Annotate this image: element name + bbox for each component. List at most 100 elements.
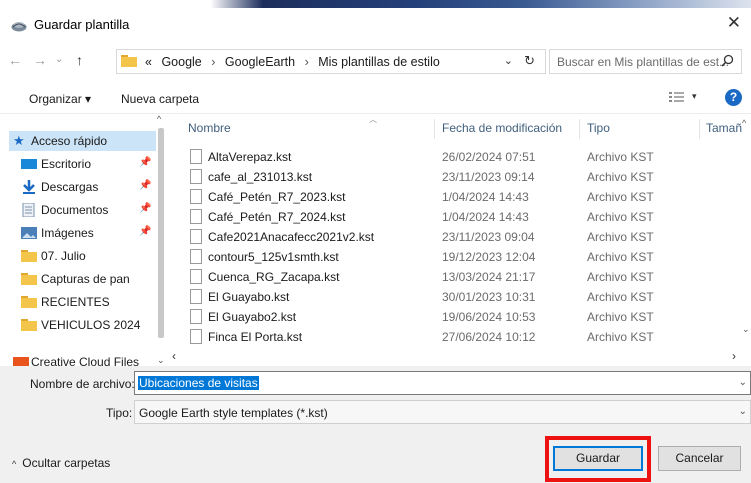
file-list: ︿ Nombre Fecha de modificación Tipo Tama… <box>169 114 742 346</box>
file-icon <box>190 329 202 344</box>
file-name: Café_Petén_R7_2023.kst <box>208 190 346 204</box>
nav-item-07-julio[interactable]: 07. Julio <box>9 246 159 266</box>
column-header-size[interactable]: Tamañ <box>706 121 742 135</box>
sort-ascending-icon: ︿ <box>369 115 377 124</box>
file-row[interactable]: cafe_al_231013.kst 23/11/2023 09:14 Arch… <box>169 167 734 187</box>
address-bar[interactable]: « Google › GoogleEarth › Mis plantillas … <box>116 49 546 74</box>
address-row: ← → ⌄ ↑ « Google › GoogleEarth › Mis pla… <box>0 44 751 78</box>
column-divider[interactable] <box>579 119 580 139</box>
nav-item-documents[interactable]: Documentos 📌 <box>9 200 159 220</box>
nav-item-label: Imágenes <box>41 226 94 240</box>
nav-scrollbar[interactable]: ^ ⌄ <box>156 114 166 366</box>
file-name: Cafe2021Anacafecc2021v2.kst <box>208 230 375 244</box>
search-placeholder: Buscar en Mis plantillas de est... <box>557 55 730 69</box>
file-date: 19/06/2024 10:53 <box>442 310 536 324</box>
nav-item-label: VEHICULOS 2024 <box>41 318 141 332</box>
file-list-vertical-scrollbar[interactable]: ^ ⌄ <box>742 114 751 346</box>
help-icon[interactable]: ? <box>725 89 742 106</box>
organize-button[interactable]: Organizar ▾ <box>29 92 91 106</box>
view-dropdown-icon[interactable]: ▾ <box>692 91 697 102</box>
nav-item-quick-access[interactable]: ★ Acceso rápido <box>9 131 159 151</box>
folder-icon <box>21 273 37 285</box>
creative-cloud-icon <box>13 357 29 366</box>
chevron-down-icon[interactable]: ⌄ <box>739 377 747 388</box>
file-row[interactable]: Finca El Porta.kst 27/06/2024 10:12 Arch… <box>169 327 734 346</box>
close-icon[interactable]: ✕ <box>727 14 741 31</box>
folder-icon <box>21 296 37 308</box>
nav-item-recientes[interactable]: RECIENTES <box>9 292 159 312</box>
cancel-button[interactable]: Cancelar <box>658 446 741 471</box>
file-row[interactable]: Cafe2021Anacafecc2021v2.kst 23/11/2023 0… <box>169 227 734 247</box>
type-select[interactable]: Google Earth style templates (*.kst) ⌄ <box>134 400 751 424</box>
chevron-down-icon[interactable]: ⌄ <box>739 406 747 417</box>
scrollbar-thumb[interactable] <box>158 128 164 338</box>
file-row[interactable]: El Guayabo.kst 30/01/2023 10:31 Archivo … <box>169 287 734 307</box>
breadcrumb-item-templates[interactable]: Mis plantillas de estilo <box>318 55 440 69</box>
file-row[interactable]: El Guayabo2.kst 19/06/2024 10:53 Archivo… <box>169 307 734 327</box>
file-row[interactable]: AltaVerepaz.kst 26/02/2024 07:51 Archivo… <box>169 147 734 167</box>
forward-arrow-icon[interactable]: → <box>33 53 47 67</box>
scroll-up-icon[interactable]: ^ <box>742 118 746 128</box>
scroll-right-icon[interactable]: › <box>732 349 736 363</box>
file-name: contour5_125v1smth.kst <box>208 250 339 264</box>
back-arrow-icon[interactable]: ← <box>8 53 22 67</box>
scroll-up-icon[interactable]: ^ <box>157 114 161 124</box>
breadcrumb-item-google[interactable]: Google <box>161 55 201 69</box>
file-date: 23/11/2023 09:04 <box>442 230 535 244</box>
scroll-down-icon[interactable]: ⌄ <box>157 355 165 366</box>
chevron-right-icon[interactable]: › <box>211 55 215 69</box>
dialog-title: Guardar plantilla <box>34 17 130 32</box>
up-arrow-icon[interactable]: ↑ <box>76 53 83 67</box>
image-icon <box>21 227 37 239</box>
save-button[interactable]: Guardar <box>553 446 643 471</box>
file-icon <box>190 169 202 184</box>
pin-icon: 📌 <box>139 203 152 214</box>
search-input[interactable]: Buscar en Mis plantillas de est... <box>549 49 742 74</box>
recent-locations-chevron-icon[interactable]: ⌄ <box>55 55 63 65</box>
column-header-name[interactable]: Nombre <box>188 121 231 135</box>
nav-item-downloads[interactable]: Descargas 📌 <box>9 177 159 197</box>
nav-item-vehiculos[interactable]: VEHICULOS 2024 <box>9 315 159 335</box>
hide-folders-button[interactable]: ^ Ocultar carpetas <box>12 456 110 470</box>
nav-item-label: Acceso rápido <box>31 134 108 148</box>
filename-value[interactable]: Ubicaciones de visitas <box>138 376 259 390</box>
save-form: Nombre de archivo: Ubicaciones de visita… <box>0 366 751 483</box>
file-type: Archivo KST <box>587 250 654 264</box>
file-name: Café_Petén_R7_2024.kst <box>208 210 346 224</box>
filename-input[interactable]: Ubicaciones de visitas ⌄ <box>134 371 751 395</box>
file-row[interactable]: Cuenca_RG_Zacapa.kst 13/03/2024 21:17 Ar… <box>169 267 734 287</box>
scroll-left-icon[interactable]: ‹ <box>172 349 176 363</box>
nav-item-pictures[interactable]: Imágenes 📌 <box>9 223 159 243</box>
file-row[interactable]: Café_Petén_R7_2024.kst 1/04/2024 14:43 A… <box>169 207 734 227</box>
chevron-up-icon: ^ <box>12 459 17 469</box>
file-date: 27/06/2024 10:12 <box>442 330 536 344</box>
search-icon <box>721 54 734 67</box>
breadcrumb-item-googleearth[interactable]: GoogleEarth <box>225 55 295 69</box>
nav-item-creative-cloud[interactable]: Creative Cloud Files <box>9 352 159 366</box>
column-divider[interactable] <box>434 119 435 139</box>
column-header-date[interactable]: Fecha de modificación <box>442 121 562 135</box>
file-list-horizontal-scrollbar[interactable]: ‹ › <box>166 346 751 366</box>
nav-item-label: Creative Cloud Files <box>31 355 140 366</box>
nav-item-capturas[interactable]: Capturas de pan <box>9 269 159 289</box>
chevron-right-icon[interactable]: › <box>305 55 309 69</box>
address-dropdown-icon[interactable]: ⌄ <box>504 54 513 67</box>
star-icon: ★ <box>13 133 25 148</box>
view-options-icon[interactable] <box>668 90 690 104</box>
pin-icon: 📌 <box>139 157 152 168</box>
file-type: Archivo KST <box>587 170 654 184</box>
refresh-icon[interactable]: ↻ <box>524 53 535 69</box>
folder-icon <box>21 250 37 262</box>
file-icon <box>190 189 202 204</box>
download-icon <box>23 180 35 194</box>
scroll-down-icon[interactable]: ⌄ <box>742 324 750 335</box>
file-row[interactable]: Café_Petén_R7_2023.kst 1/04/2024 14:43 A… <box>169 187 734 207</box>
column-header-type[interactable]: Tipo <box>587 121 610 135</box>
type-value: Google Earth style templates (*.kst) <box>139 406 328 420</box>
file-row[interactable]: contour5_125v1smth.kst 19/12/2023 12:04 … <box>169 247 734 267</box>
breadcrumb-overflow[interactable]: « <box>145 55 152 69</box>
column-divider[interactable] <box>699 119 700 139</box>
nav-item-desktop[interactable]: Escritorio 📌 <box>9 154 159 174</box>
file-date: 23/11/2023 09:14 <box>442 170 535 184</box>
new-folder-button[interactable]: Nueva carpeta <box>121 92 199 106</box>
